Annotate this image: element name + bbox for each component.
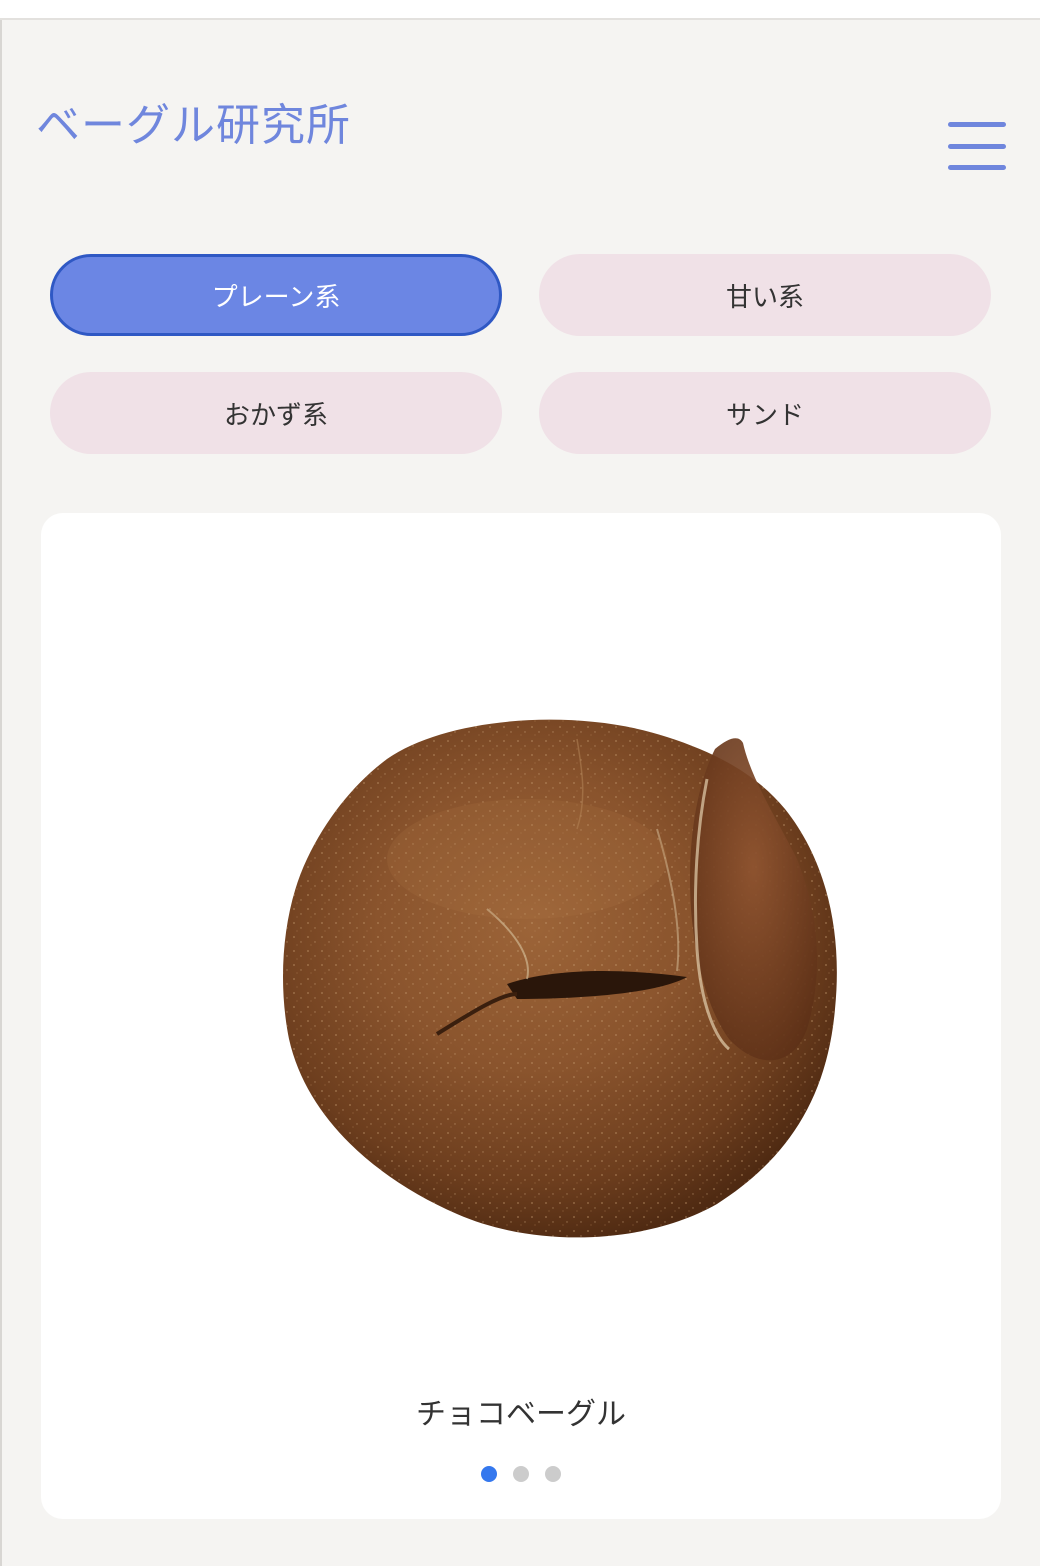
carousel-dot-2[interactable] bbox=[513, 1466, 529, 1482]
category-savory-button[interactable]: おかず系 bbox=[50, 372, 502, 454]
browser-top-strip bbox=[0, 0, 1040, 20]
site-header: ベーグル研究所 bbox=[0, 20, 1040, 220]
carousel-dot-3[interactable] bbox=[545, 1466, 561, 1482]
carousel-dot-1[interactable] bbox=[481, 1466, 497, 1482]
carousel-pagination bbox=[41, 1466, 1001, 1482]
chocolate-bagel-photo bbox=[283, 719, 837, 1238]
menu-bar bbox=[948, 165, 1006, 170]
product-name: チョコベーグル bbox=[416, 1397, 626, 1432]
menu-bar bbox=[948, 144, 1006, 149]
category-plain-button[interactable]: プレーン系 bbox=[50, 254, 502, 336]
bagel-image[interactable] bbox=[277, 709, 843, 1249]
category-sandwich-button[interactable]: サンド bbox=[539, 372, 991, 454]
category-sweet-button[interactable]: 甘い系 bbox=[539, 254, 991, 336]
site-title[interactable]: ベーグル研究所 bbox=[36, 98, 351, 154]
menu-bar bbox=[948, 122, 1006, 127]
hamburger-menu-icon[interactable] bbox=[946, 120, 1008, 172]
product-carousel-card: チョコベーグル bbox=[41, 513, 1001, 1519]
window-edge bbox=[0, 20, 2, 1566]
